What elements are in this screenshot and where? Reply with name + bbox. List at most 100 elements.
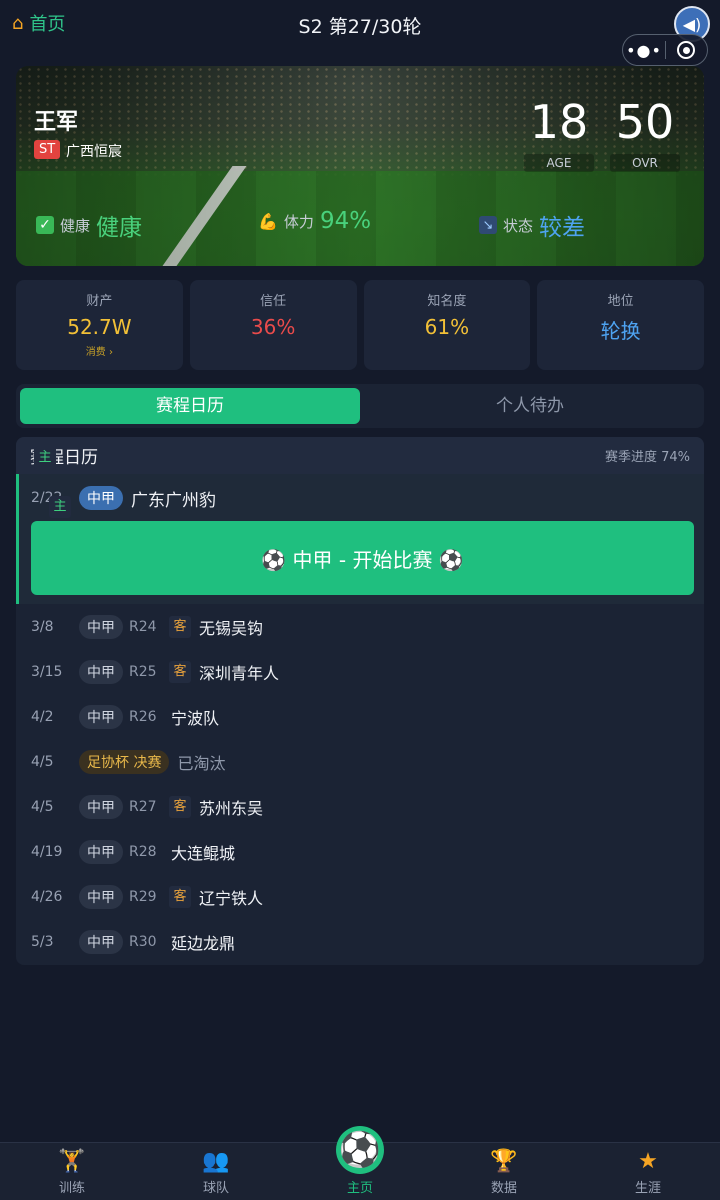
player-hero-card: 王军 ST 广西恒宸 18 AGE 50 OVR ✓ 健康 健康 💪 体力 94… [16, 66, 704, 266]
ovr-value: 50 [615, 95, 675, 149]
home-away-badge: 客 [169, 885, 191, 908]
stamina-status: 💪 体力 94% [258, 208, 371, 234]
nav-team[interactable]: 👥 球队 [144, 1143, 288, 1200]
nav-label: 数据 [490, 1181, 517, 1196]
match-date: 3/8 [31, 618, 54, 635]
trophy-icon: 🏆 [490, 1149, 518, 1174]
player-name: 王军 [34, 110, 79, 135]
tab-todo[interactable]: 个人待办 [360, 388, 700, 424]
league-pill: 中甲 [79, 614, 123, 639]
round-label: R25 [129, 663, 157, 680]
stamina-label: 体力 [283, 212, 314, 231]
fame-label: 知名度 [427, 294, 467, 309]
list-item[interactable]: 4/5 足协杯 决赛 已淘汰 [16, 739, 704, 784]
list-item[interactable]: 3/8 中甲 R24 客 无锡吴钩 [16, 604, 704, 649]
opponent-name: 宁波队 [171, 708, 220, 728]
list-item[interactable]: 3/15 中甲 R25 客 深圳青年人 [16, 649, 704, 694]
schedule-header: 赛程日历 赛季进度 74% [16, 437, 704, 474]
home-away-badge: 主 [34, 447, 56, 469]
team-icon: 👥 [202, 1149, 230, 1174]
close-target-icon[interactable] [666, 41, 707, 59]
spend-link[interactable]: 消费 › [16, 343, 183, 358]
schedule-panel: 赛程日历 赛季进度 74% 2/22 中甲 主 广东广州豹 ⚽ 中甲 - 开始比… [16, 437, 704, 965]
league-pill: 中甲 [79, 884, 123, 909]
current-match-info: 2/22 中甲 主 广东广州豹 [31, 486, 216, 518]
tab-schedule[interactable]: 赛程日历 [20, 388, 360, 424]
opponent-name: 无锡吴钩 [199, 618, 264, 638]
wealth-value: 52.7W [67, 315, 132, 339]
home-away-badge: 客 [169, 795, 191, 818]
ovr-label: OVR [610, 154, 680, 172]
squad-status-label: 地位 [607, 294, 634, 309]
health-label: 健康 [60, 216, 91, 235]
status-card: 地位 轮换 [537, 280, 704, 370]
list-item[interactable]: 4/2 中甲 R26 主 宁波队 [16, 447, 704, 739]
soccer-ball-icon[interactable]: ⚽ [336, 1126, 384, 1174]
checkmark-icon: ✓ [36, 216, 54, 234]
opponent-name: 深圳青年人 [199, 663, 280, 683]
age-value: 18 [529, 95, 589, 149]
start-match-button[interactable]: ⚽ 中甲 - 开始比赛 ⚽ [31, 521, 694, 595]
miniprogram-capsule: •●• [622, 34, 708, 66]
match-date: 4/2 [31, 708, 54, 725]
opponent-name: 广东广州豹 [131, 490, 216, 511]
match-date: 4/5 [31, 798, 54, 815]
round-label: R24 [129, 618, 157, 635]
round-label: R30 [129, 933, 157, 950]
league-pill: 中甲 [79, 839, 123, 864]
club-name: 广西恒宸 [66, 144, 122, 160]
more-icon[interactable]: •●• [623, 41, 665, 60]
league-pill: 中甲 [79, 486, 123, 510]
match-date: 4/26 [31, 888, 63, 905]
home-away-badge: 客 [169, 660, 191, 683]
stats-row: 财产 52.7W 消费 › 信任 36% 知名度 61% 地位 轮换 [16, 280, 704, 370]
muscle-icon: 💪 [258, 211, 278, 231]
nav-career[interactable]: ★ 生涯 [576, 1143, 720, 1200]
training-icon: 🏋 [58, 1149, 86, 1174]
form-value: 较差 [539, 215, 586, 241]
ovr-stat: 50 OVR [610, 94, 680, 172]
nav-training[interactable]: 🏋 训练 [0, 1143, 144, 1200]
round-label: R26 [129, 708, 157, 725]
league-pill: 中甲 [79, 794, 123, 819]
eliminated-status: 已淘汰 [177, 753, 226, 773]
round-title: S2 第27/30轮 [298, 16, 422, 38]
trust-label: 信任 [260, 294, 287, 309]
trust-card: 信任 36% [189, 280, 357, 370]
wealth-label: 财产 [86, 294, 113, 309]
league-pill: 中甲 [79, 929, 123, 954]
trust-value: 36% [250, 315, 296, 339]
match-date: 4/19 [31, 843, 63, 860]
round-label: R27 [129, 798, 157, 815]
health-value: 健康 [96, 215, 143, 241]
nav-label: 训练 [58, 1181, 85, 1196]
stamina-value: 94% [319, 208, 372, 234]
position-badge: ST [34, 140, 61, 159]
home-away-badge: 客 [169, 615, 191, 638]
form-label: 状态 [503, 216, 534, 235]
list-item[interactable]: 4/5 中甲 R27 客 苏州东吴 [16, 784, 704, 829]
main-tabs: 赛程日历 个人待办 [16, 384, 704, 428]
match-date: 3/15 [31, 663, 63, 680]
nav-label: 生涯 [634, 1181, 661, 1196]
list-item[interactable]: 4/26 中甲 R29 客 辽宁铁人 [16, 874, 704, 919]
list-item[interactable]: 5/3 中甲 R30 主 延边龙鼎 [16, 447, 704, 964]
current-match: 2/22 中甲 主 广东广州豹 ⚽ 中甲 - 开始比赛 ⚽ [16, 474, 704, 604]
league-pill: 中甲 [79, 659, 123, 684]
age-stat: 18 AGE [524, 94, 594, 172]
wealth-card[interactable]: 财产 52.7W 消费 › [16, 280, 183, 370]
opponent-name: 延边龙鼎 [171, 933, 236, 953]
match-date: 5/3 [31, 933, 54, 950]
fame-value: 61% [424, 315, 470, 339]
home-away-badge: 主 [49, 496, 71, 518]
match-date: 4/5 [31, 753, 54, 770]
star-icon: ★ [638, 1149, 658, 1174]
opponent-name: 辽宁铁人 [199, 888, 264, 908]
list-item[interactable]: 4/19 中甲 R28 主 大连鲲城 [16, 447, 704, 874]
nav-data[interactable]: 🏆 数据 [432, 1143, 576, 1200]
squad-status-value: 轮换 [600, 319, 641, 343]
nav-label: 球队 [202, 1181, 229, 1196]
round-label: R29 [129, 888, 157, 905]
speaker-icon: ◀) [682, 14, 702, 34]
nav-label: 主页 [346, 1181, 373, 1196]
